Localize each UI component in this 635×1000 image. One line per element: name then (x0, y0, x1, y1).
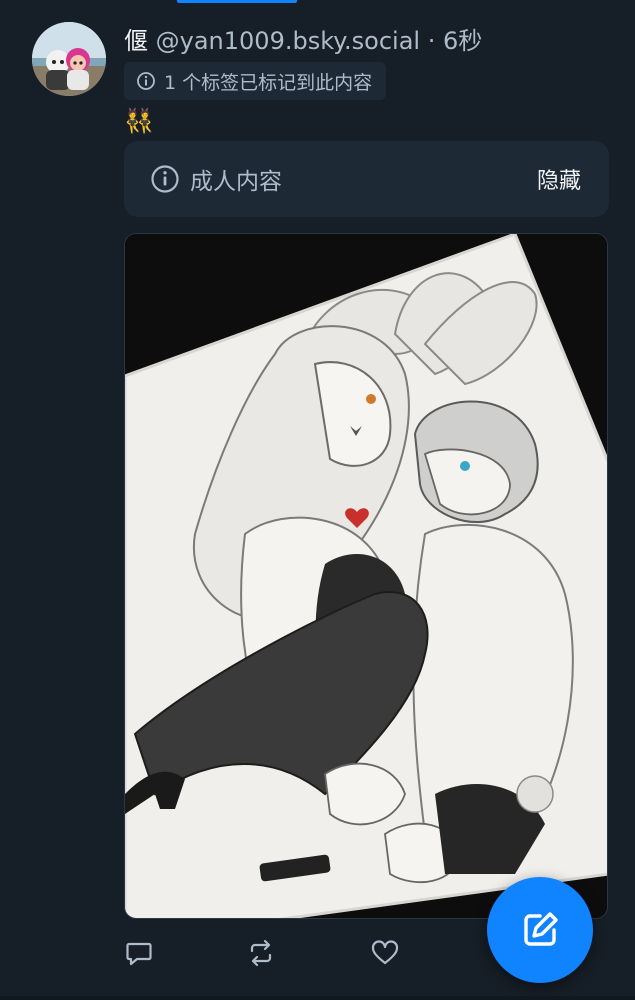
display-name[interactable]: 偃 (124, 27, 148, 55)
reply-button[interactable] (124, 938, 154, 968)
avatar[interactable] (32, 22, 106, 96)
post-actions (124, 938, 484, 974)
like-button[interactable] (370, 938, 400, 968)
post-item[interactable]: 偃 @yan1009.bsky.social · 6秒 1 个标签已标记到此内容… (0, 0, 635, 1000)
post-text: 👯 (124, 107, 154, 135)
post-divider (0, 996, 635, 1000)
content-warning[interactable]: 成人内容 隐藏 (124, 141, 609, 217)
compose-button[interactable] (487, 877, 593, 983)
label-notice-button[interactable]: 1 个标签已标记到此内容 (124, 62, 387, 100)
reply-icon (126, 942, 152, 966)
info-icon (151, 165, 179, 193)
repost-icon (250, 939, 272, 967)
content-warning-label: 成人内容 (190, 169, 282, 195)
hide-button[interactable]: 隐藏 (537, 163, 581, 195)
separator: · (427, 27, 436, 55)
avatar-image (32, 22, 106, 96)
like-icon (371, 940, 399, 965)
timestamp[interactable]: 6秒 (443, 27, 482, 55)
post-header: 偃 @yan1009.bsky.social · 6秒 (124, 24, 482, 58)
info-icon (137, 72, 155, 90)
post-image[interactable] (124, 233, 608, 919)
repost-button[interactable] (246, 938, 276, 968)
label-notice-text: 1 个标签已标记到此内容 (164, 71, 373, 94)
handle[interactable]: @yan1009.bsky.social (156, 27, 420, 55)
artwork-image (125, 234, 607, 918)
compose-icon (524, 912, 558, 946)
